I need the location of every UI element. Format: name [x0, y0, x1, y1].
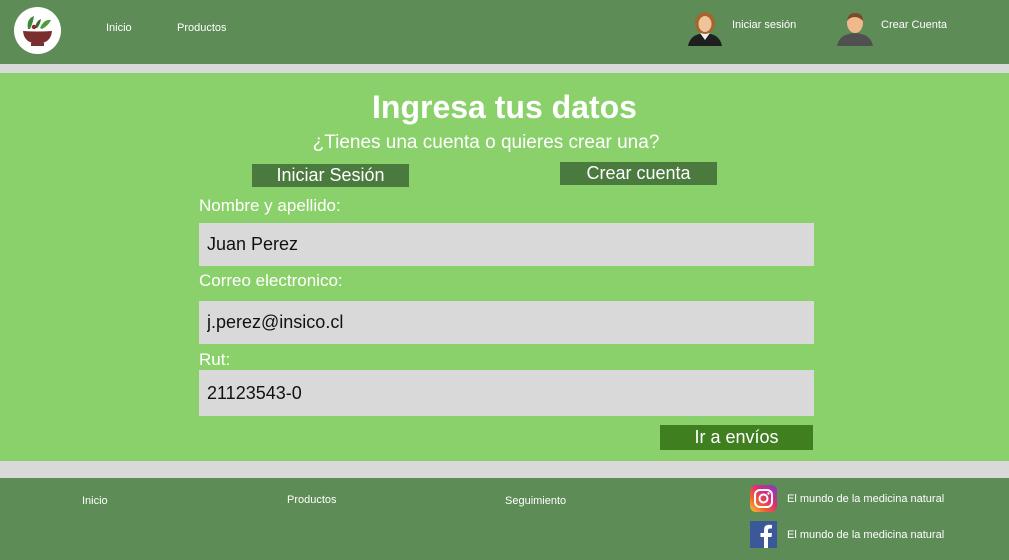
instagram-link[interactable]: El mundo de la medicina natural: [750, 485, 944, 512]
register-label: Crear Cuenta: [881, 19, 948, 31]
user-female-icon: [688, 12, 722, 46]
facebook-text: El mundo de la medicina natural: [787, 528, 945, 541]
register-link[interactable]: Crear Cuenta: [837, 10, 947, 46]
rut-field-label: Rut:: [199, 350, 231, 369]
submit-shipping-button[interactable]: Ir a envíos: [660, 425, 813, 450]
instagram-text: El mundo de la medicina natural: [787, 492, 945, 505]
login-link[interactable]: Iniciar sesión: [686, 10, 796, 46]
page-title: Ingresa tus datos: [372, 89, 637, 125]
footer-tracking-link[interactable]: Seguimiento: [505, 495, 566, 507]
nav-home-link[interactable]: Inicio: [106, 22, 132, 34]
name-field[interactable]: [199, 223, 814, 266]
name-field-label: Nombre y apellido:: [199, 196, 341, 215]
instagram-icon: [750, 485, 777, 512]
register-tab-button[interactable]: Crear cuenta: [560, 162, 717, 185]
footer-home-link[interactable]: Inicio: [82, 495, 108, 507]
top-header: Inicio Productos Iniciar sesión Crear Cu…: [0, 0, 1009, 64]
email-field[interactable]: [199, 301, 814, 344]
email-field-label: Correo electronico:: [199, 271, 343, 290]
rut-field[interactable]: [199, 370, 814, 416]
nav-products-link[interactable]: Productos: [177, 22, 227, 34]
user-male-icon: [837, 13, 873, 46]
footer: Inicio Productos Seguimiento El mundo de…: [0, 478, 1009, 560]
facebook-icon: [750, 521, 777, 548]
form-panel: Ingresa tus datos ¿Tienes una cuenta o q…: [0, 73, 1009, 461]
facebook-link[interactable]: El mundo de la medicina natural: [750, 521, 944, 548]
herb-mortar-logo[interactable]: [14, 7, 61, 54]
page-subtitle: ¿Tienes una cuenta o quieres crear una?: [312, 132, 660, 153]
login-label: Iniciar sesión: [732, 19, 797, 31]
footer-products-link[interactable]: Productos: [287, 494, 337, 506]
login-tab-button[interactable]: Iniciar Sesión: [252, 164, 409, 187]
